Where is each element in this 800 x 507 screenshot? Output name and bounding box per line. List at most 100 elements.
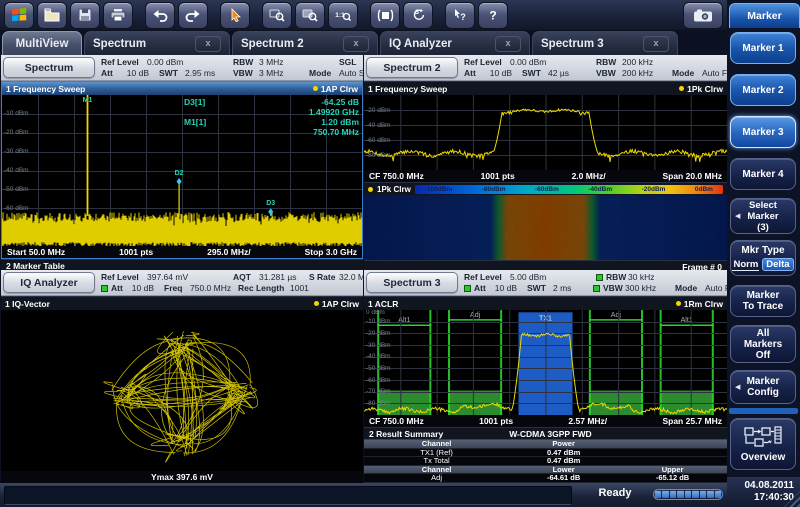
spectrum1-channel-bar: Spectrum Ref Level0.00 dBm RBW3 MHz SGL … — [1, 55, 363, 81]
svg-text:Adj: Adj — [470, 312, 481, 319]
svg-text:D3: D3 — [266, 200, 275, 207]
tab-multiview[interactable]: MultiView — [2, 31, 82, 55]
close-icon[interactable]: x — [495, 36, 521, 52]
colorbar-label: 0dBm — [695, 186, 713, 193]
spectrum1-plot[interactable]: M1 D2 D3 D3[1]-64.25 dB 1.49920 GHz M1[1]1… — [2, 95, 362, 246]
spectrum1-channel-button[interactable]: Spectrum — [3, 57, 95, 78]
iq-window-title[interactable]: 1 IQ-Vector 1AP Clrw — [1, 296, 363, 310]
spectrum2-channel-button[interactable]: Spectrum 2 — [366, 57, 458, 78]
result-summary-title-bar[interactable]: 2 Result Summary W-CDMA 3GPP FWD — [364, 427, 727, 439]
open-file-icon[interactable] — [37, 2, 67, 29]
marker-readout: D3[1]-64.25 dB 1.49920 GHz M1[1]1.20 dBm… — [184, 97, 359, 137]
close-icon[interactable]: x — [343, 36, 369, 52]
overview-icon — [744, 426, 782, 450]
spectrum2-axis-bar: CF 750.0 MHz1001 pts2.0 MHz/Span 20.0 MH… — [364, 170, 727, 182]
svg-text:M1: M1 — [83, 97, 93, 104]
spectrogram-colorbar: -100dBm-80dBm-60dBm-40dBm-20dBm0dBm — [415, 185, 723, 194]
trace-color-icon — [313, 86, 318, 91]
spectrogram-plot[interactable] — [364, 195, 727, 260]
trace-color-icon — [679, 86, 684, 91]
softkey-mkr-type[interactable]: Mkr Type Norm Delta — [730, 240, 796, 276]
status-message-area — [4, 486, 572, 505]
spectrogram-legend-bar: 1Pk Clrw -100dBm-80dBm-60dBm-40dBm-20dBm… — [364, 182, 727, 195]
status-led — [596, 274, 603, 281]
svg-text:Adj: Adj — [611, 312, 622, 319]
spectrum3-channel-button[interactable]: Spectrum 3 — [366, 272, 458, 293]
context-help-icon[interactable]: ? — [445, 2, 475, 29]
mkr-type-delta[interactable]: Delta — [762, 258, 793, 271]
panel-spectrum2: Spectrum 2 Ref Level0.00 dBm RBW200 kHz … — [364, 55, 727, 270]
tab-spectrum[interactable]: Spectrumx — [84, 31, 230, 55]
status-led — [593, 285, 600, 292]
print-icon[interactable] — [103, 2, 133, 29]
windows-logo-icon[interactable] — [4, 2, 34, 29]
zoom-one-to-one-icon[interactable]: 1:1 — [328, 2, 358, 29]
close-icon[interactable]: x — [643, 36, 669, 52]
tab-spectrum2[interactable]: Spectrum 2x — [232, 31, 378, 55]
iq-ymax-bar: Ymax 397.6 mV — [1, 471, 363, 483]
iq-vector-plot[interactable] — [1, 310, 363, 471]
softkey-marker-1[interactable]: Marker 1 — [730, 32, 796, 64]
aclr-window-title[interactable]: 1 ACLR 1Rm Clrw — [364, 296, 727, 310]
colorbar-label: -100dBm — [425, 186, 452, 193]
spectrum3-settings: Ref Level5.00 dBm RBW30 kHz Att10 dB SWT… — [458, 272, 740, 293]
close-icon[interactable]: x — [195, 36, 221, 52]
tab-spectrum3[interactable]: Spectrum 3x — [532, 31, 678, 55]
status-led — [464, 285, 471, 292]
aclr-plot[interactable]: Alt1AdjTX1AdjAlt1 0 dBm-10 dBm-20 dBm-30… — [364, 310, 727, 415]
screenshot-button[interactable] — [683, 2, 723, 29]
softkey-select-marker[interactable]: ◀Select Marker (3) — [730, 198, 796, 234]
softkey-marker-to-trace[interactable]: Marker To Trace — [730, 285, 796, 317]
svg-text:?: ? — [460, 12, 466, 22]
chevron-left-icon: ◀ — [735, 211, 740, 222]
trace-color-icon — [314, 301, 319, 306]
select-pointer-icon[interactable] — [220, 2, 250, 29]
redo-icon[interactable] — [178, 2, 208, 29]
sequencer-icon[interactable]: S — [403, 2, 433, 29]
trace-color-icon — [368, 187, 373, 192]
chevron-left-icon: ◀ — [735, 382, 740, 393]
aclr-trace-legend: 1Rm Clrw — [676, 299, 723, 309]
zoom-window-icon[interactable] — [295, 2, 325, 29]
channel-tab-bar: MultiView Spectrumx Spectrum 2x IQ Analy… — [0, 30, 727, 55]
iq-channel-button[interactable]: IQ Analyzer — [3, 272, 95, 293]
colorbar-label: -60dBm — [535, 186, 559, 193]
svg-text:Alt1: Alt1 — [398, 317, 410, 324]
mkr-type-toggle: Norm Delta — [732, 258, 793, 271]
softkey-marker-3[interactable]: Marker 3 — [730, 116, 796, 148]
mkr-type-norm[interactable]: Norm — [732, 259, 759, 271]
iq-settings: Ref Level397.64 mV AQT31.281 µs S Rate32… — [95, 272, 375, 293]
zoom-marker-icon[interactable] — [262, 2, 292, 29]
spectrum3-channel-bar: Spectrum 3 Ref Level5.00 dBm RBW30 kHz A… — [364, 270, 727, 296]
spectrum1-window-title[interactable]: 1 Frequency Sweep 1AP Clrw — [2, 82, 362, 95]
trace1-legend: 1AP Clrw — [313, 84, 358, 94]
iq-trace-legend: 1AP Clrw — [314, 299, 359, 309]
table-header: ChannelPower — [364, 440, 727, 449]
overview-button[interactable]: Overview — [730, 418, 796, 470]
tab-iq-analyzer[interactable]: IQ Analyzerx — [380, 31, 530, 55]
undo-icon[interactable] — [145, 2, 175, 29]
softkey-all-markers-off[interactable]: All Markers Off — [730, 325, 796, 363]
time-label: 17:40:30 — [727, 492, 794, 504]
fit-display-icon[interactable] — [370, 2, 400, 29]
panel-iq-analyzer: IQ Analyzer Ref Level397.64 mV AQT31.281… — [1, 270, 363, 483]
multiview-grid: Spectrum Ref Level0.00 dBm RBW3 MHz SGL … — [0, 55, 727, 483]
help-icon[interactable]: ? — [478, 2, 508, 29]
table-row: TX1 (Ref)0.47 dBm — [364, 449, 727, 458]
spectrum2-plot[interactable]: -20 dBm-40 dBm-60 dBm-80 dBm — [364, 95, 727, 170]
status-led — [101, 285, 108, 292]
softkey-marker-2[interactable]: Marker 2 — [730, 74, 796, 106]
aclr-axis-bar: CF 750.0 MHz1001 pts2.57 MHz/Span 25.7 M… — [364, 415, 727, 427]
iq-channel-bar: IQ Analyzer Ref Level397.64 mV AQT31.281… — [1, 270, 363, 296]
softkey-marker-config[interactable]: ◀Marker Config — [730, 370, 796, 404]
status-ready-label: Ready — [585, 487, 645, 499]
toolbar: 1:1 S ? ? — [0, 0, 727, 30]
spectrum2-channel-bar: Spectrum 2 Ref Level0.00 dBm RBW200 kHz … — [364, 55, 727, 81]
analyzer-screen: { "colors":{"trace_yellow":"#ecd800","ma… — [0, 0, 800, 507]
softkey-marker-4[interactable]: Marker 4 — [730, 158, 796, 190]
date-label: 04.08.2011 — [727, 480, 794, 492]
save-icon[interactable] — [70, 2, 100, 29]
panel-spectrum1: Spectrum Ref Level0.00 dBm RBW3 MHz SGL … — [1, 55, 363, 270]
spectrum2-window-title[interactable]: 1 Frequency Sweep 1Pk Clrw — [364, 81, 727, 95]
svg-text:D2: D2 — [175, 170, 184, 177]
